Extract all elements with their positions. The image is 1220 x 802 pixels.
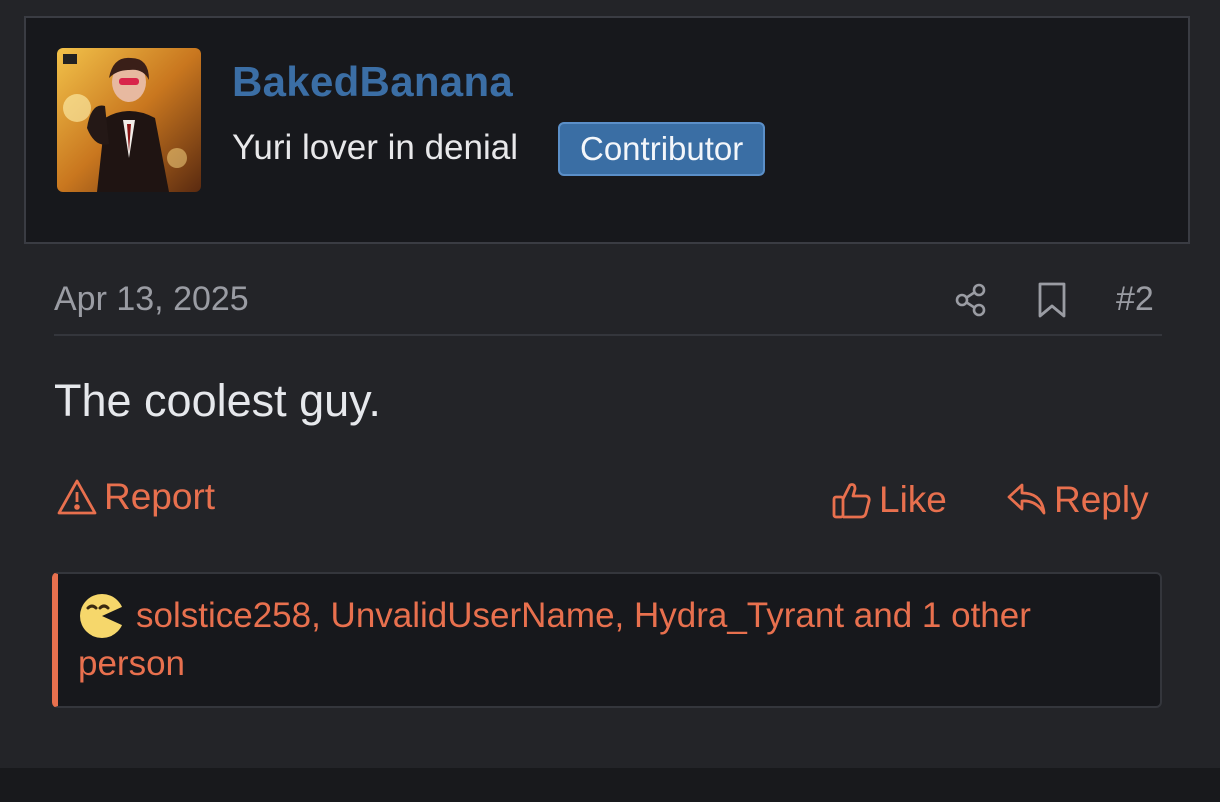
post-body: The coolest guy. [54, 375, 381, 426]
bookmark-icon[interactable] [1036, 281, 1068, 324]
like-button[interactable]: Like [831, 479, 947, 521]
report-button[interactable]: Report [56, 476, 215, 518]
reply-label: Reply [1054, 479, 1149, 520]
report-label: Report [104, 476, 216, 517]
avatar-image [57, 48, 201, 192]
user-title: Yuri lover in denial [232, 128, 518, 167]
reply-icon [1007, 483, 1046, 515]
divider [54, 334, 1162, 336]
username[interactable]: BakedBanana [232, 58, 513, 106]
reactions-bar[interactable]: solstice258, UnvalidUserName, Hydra_Tyra… [52, 572, 1162, 708]
thumbs-up-icon [832, 483, 871, 519]
footer-bar [0, 768, 1220, 802]
reaction-users[interactable]: solstice258, UnvalidUserName, Hydra_Tyra… [78, 592, 1138, 688]
user-avatar[interactable] [57, 48, 201, 192]
like-label: Like [879, 479, 947, 520]
contributor-badge: Contributor [558, 122, 766, 176]
reply-button[interactable]: Reply [1006, 479, 1149, 521]
post-date[interactable]: Apr 13, 2025 [54, 280, 249, 319]
post-number[interactable]: #2 [1116, 280, 1154, 319]
user-card: BakedBanana Yuri lover in denial Contrib… [24, 16, 1190, 244]
share-icon[interactable] [953, 282, 989, 323]
warning-icon [57, 479, 97, 515]
